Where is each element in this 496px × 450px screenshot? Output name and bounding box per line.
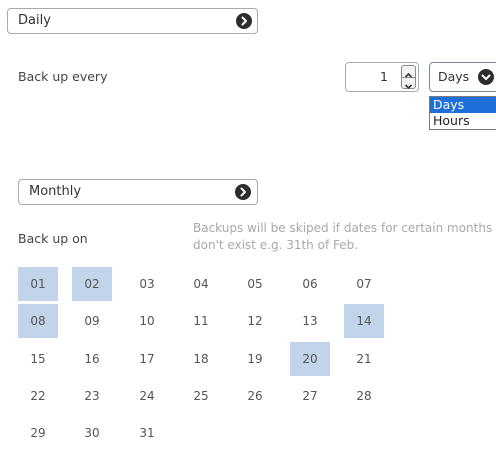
chevron-right-circle-icon [236,13,252,29]
day-cell-30[interactable]: 30 [72,416,112,450]
day-cell-01[interactable]: 01 [18,267,58,301]
interval-value: 1 [380,69,388,84]
day-cell-07[interactable]: 07 [344,267,384,301]
day-cell-27[interactable]: 27 [290,379,330,413]
frequency-select[interactable]: Daily [7,8,258,34]
day-cell-31[interactable]: 31 [127,416,167,450]
day-cell-17[interactable]: 17 [127,342,167,376]
day-cell-15[interactable]: 15 [18,342,58,376]
day-cell-18[interactable]: 18 [181,342,221,376]
day-cell-03[interactable]: 03 [127,267,167,301]
day-cell-10[interactable]: 10 [127,304,167,338]
unit-select[interactable]: Days [429,62,496,92]
monthly-select[interactable]: Monthly [18,179,258,205]
monthly-select-value: Monthly [29,184,82,199]
day-cell-12[interactable]: 12 [235,304,275,338]
day-cell-06[interactable]: 06 [290,267,330,301]
day-cell-28[interactable]: 28 [344,379,384,413]
interval-stepper[interactable]: 1 [345,62,419,92]
day-cell-04[interactable]: 04 [181,267,221,301]
day-cell-26[interactable]: 26 [235,379,275,413]
day-cell-13[interactable]: 13 [290,304,330,338]
day-cell-05[interactable]: 05 [235,267,275,301]
day-cell-09[interactable]: 09 [72,304,112,338]
backup-on-label: Back up on [18,231,88,246]
chevron-down-circle-icon [478,69,494,85]
unit-dropdown-list: Days Hours [429,96,496,130]
chevron-right-circle-icon [235,184,251,200]
day-cell-29[interactable]: 29 [18,416,58,450]
up-down-arrows-icon[interactable] [401,65,416,90]
day-cell-22[interactable]: 22 [18,379,58,413]
unit-option-hours[interactable]: Hours [430,113,496,129]
day-cell-20[interactable]: 20 [290,342,330,376]
day-cell-02[interactable]: 02 [72,267,112,301]
backup-every-label: Back up every [18,69,108,84]
unit-option-days[interactable]: Days [430,97,496,113]
day-cell-14[interactable]: 14 [344,304,384,338]
day-cell-19[interactable]: 19 [235,342,275,376]
day-cell-23[interactable]: 23 [72,379,112,413]
day-cell-11[interactable]: 11 [181,304,221,338]
decrement-button[interactable] [402,77,415,90]
day-cell-25[interactable]: 25 [181,379,221,413]
day-cell-16[interactable]: 16 [72,342,112,376]
backup-hint-text: Backups will be skiped if dates for cert… [193,221,493,252]
day-cell-21[interactable]: 21 [344,342,384,376]
unit-select-value: Days [438,69,470,84]
day-cell-24[interactable]: 24 [127,379,167,413]
frequency-select-value: Daily [18,13,51,28]
day-cell-08[interactable]: 08 [18,304,58,338]
